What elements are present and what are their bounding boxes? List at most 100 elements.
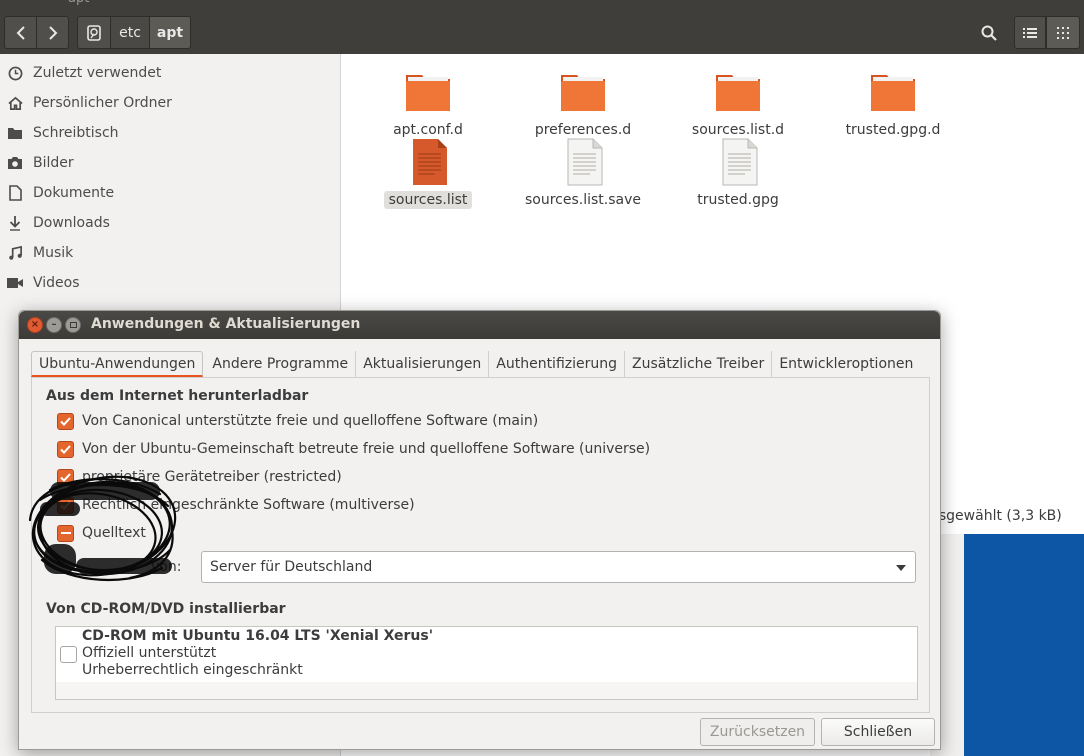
clock-icon [7, 65, 23, 81]
sidebar-item-label: Videos [33, 275, 80, 291]
file-name: sources.list.d [691, 122, 785, 138]
chevron-left-icon [16, 25, 25, 40]
file-item-selected[interactable]: sources.list [353, 138, 503, 209]
list-empty-row [56, 682, 917, 699]
close-button[interactable]: Schließen [821, 718, 935, 746]
option-source-code[interactable]: Quelltext [57, 523, 146, 543]
chevron-down-icon [896, 565, 906, 571]
folder-icon [714, 68, 762, 116]
cdrom-checkbox[interactable] [60, 646, 77, 663]
close-window-button[interactable]: × [27, 317, 43, 333]
minimize-icon: – [51, 319, 57, 330]
option-label: Von Canonical unterstützte freie und que… [82, 413, 539, 429]
sidebar-item-music[interactable]: Musik [0, 238, 340, 268]
file-item[interactable]: preferences.d [508, 68, 658, 139]
close-icon: × [30, 319, 40, 330]
software-updates-dialog: × – Anwendungen & Aktualisierungen Ubunt… [18, 310, 941, 750]
maximize-window-button[interactable] [65, 317, 81, 333]
sidebar-item-label: Dokumente [33, 185, 115, 201]
tab-additional-drivers[interactable]: Zusätzliche Treiber [625, 351, 773, 377]
file-item[interactable]: sources.list.d [663, 68, 813, 139]
folder-icon [404, 68, 452, 116]
sidebar-item-videos[interactable]: Videos [0, 268, 340, 298]
file-item[interactable]: apt.conf.d [353, 68, 503, 139]
breadcrumb-root[interactable] [77, 16, 111, 49]
file-item[interactable]: sources.list.save [508, 138, 658, 209]
sidebar-item-label: Schreibtisch [33, 125, 119, 141]
sidebar-item-recent[interactable]: Zuletzt verwendet [0, 58, 340, 88]
list-view-button[interactable] [1014, 16, 1046, 49]
sidebar-item-downloads[interactable]: Downloads [0, 208, 340, 238]
sidebar-item-desktop[interactable]: Schreibtisch [0, 118, 340, 148]
camera-icon [7, 155, 23, 171]
forward-button[interactable] [36, 16, 69, 49]
checkmark-icon [60, 500, 71, 510]
breadcrumb-etc[interactable]: etc [110, 16, 150, 49]
back-button[interactable] [4, 16, 37, 49]
tab-authentication[interactable]: Authentifizierung [489, 351, 626, 377]
download-icon [7, 215, 23, 231]
file-name: preferences.d [534, 122, 632, 138]
selection-status: usgewählt (3,3 kB) [930, 508, 1062, 524]
file-item[interactable]: trusted.gpg [663, 138, 813, 209]
minimize-window-button[interactable]: – [46, 317, 62, 333]
chevron-right-icon [48, 25, 57, 40]
option-main[interactable]: Von Canonical unterstützte freie und que… [57, 411, 538, 431]
option-universe[interactable]: Von der Ubuntu-Gemeinschaft betreute fre… [57, 439, 650, 459]
file-name: trusted.gpg.d [845, 122, 941, 138]
file-name: sources.list [383, 191, 473, 209]
cdrom-entry[interactable]: CD-ROM mit Ubuntu 16.04 LTS 'Xenial Xeru… [82, 628, 433, 679]
cdrom-line-2: Urheberrechtlich eingeschränkt [82, 662, 303, 678]
cdrom-title: CD-ROM mit Ubuntu 16.04 LTS 'Xenial Xeru… [82, 628, 434, 644]
option-label: proprietäre Gerätetreiber (restricted) [82, 469, 342, 485]
dash-icon [60, 532, 71, 534]
sidebar-item-label: Downloads [33, 215, 110, 231]
checkbox-checked[interactable] [57, 440, 74, 458]
sidebar-item-home[interactable]: Persönlicher Ordner [0, 88, 340, 118]
cdrom-list: CD-ROM mit Ubuntu 16.04 LTS 'Xenial Xeru… [55, 626, 918, 700]
text-file-icon [559, 138, 607, 186]
maximize-icon [69, 322, 77, 328]
checkbox-checked[interactable] [57, 468, 74, 486]
music-icon [7, 245, 23, 261]
cdrom-section-heading: Von CD-ROM/DVD installierbar [46, 601, 286, 617]
checkmark-icon [60, 444, 71, 454]
dialog-titlebar[interactable]: × – Anwendungen & Aktualisierungen [19, 311, 940, 339]
download-from-label: von: [151, 559, 182, 575]
text-file-icon [404, 138, 452, 186]
tab-updates[interactable]: Aktualisierungen [356, 351, 490, 377]
tab-bar: Ubuntu-Anwendungen Andere Programme Aktu… [31, 351, 920, 377]
breadcrumb-apt[interactable]: apt [149, 16, 191, 49]
tab-ubuntu-software[interactable]: Ubuntu-Anwendungen [31, 351, 204, 377]
drive-icon [87, 24, 101, 41]
grid-view-button[interactable] [1046, 16, 1080, 49]
tab-developer-options[interactable]: Entwickleroptionen [772, 351, 920, 377]
search-button[interactable] [971, 16, 1007, 49]
checkbox-mixed[interactable] [57, 524, 74, 542]
sidebar-item-label: Bilder [33, 155, 74, 171]
checkbox-checked[interactable] [57, 496, 74, 514]
server-dropdown[interactable]: Server für Deutschland [201, 551, 916, 583]
option-label: Von der Ubuntu-Gemeinschaft betreute fre… [82, 441, 651, 457]
sidebar-item-label: Musik [33, 245, 74, 261]
checkbox-checked[interactable] [57, 412, 74, 430]
file-manager-header: apt etc apt [0, 0, 1084, 54]
file-item[interactable]: trusted.gpg.d [818, 68, 968, 139]
reset-button[interactable]: Zurücksetzen [700, 718, 815, 746]
sidebar-item-pictures[interactable]: Bilder [0, 148, 340, 178]
folder-icon [869, 68, 917, 116]
sidebar-item-documents[interactable]: Dokumente [0, 178, 340, 208]
folder-icon [559, 68, 607, 116]
sidebar-item-label: Persönlicher Ordner [33, 95, 172, 111]
dialog-title: Anwendungen & Aktualisierungen [91, 316, 361, 332]
cdrom-line-1: Offiziell unterstützt [82, 645, 217, 661]
option-multiverse[interactable]: Rechtlich eingeschränkte Software (multi… [57, 495, 415, 515]
option-label: Rechtlich eingeschränkte Software (multi… [82, 497, 415, 513]
option-restricted[interactable]: proprietäre Gerätetreiber (restricted) [57, 467, 342, 487]
file-name: apt.conf.d [393, 122, 463, 138]
text-file-icon [714, 138, 762, 186]
grid-icon [1057, 26, 1069, 39]
folder-icon [7, 125, 23, 141]
file-name: sources.list.save [524, 192, 642, 208]
tab-other-software[interactable]: Andere Programme [205, 351, 357, 377]
